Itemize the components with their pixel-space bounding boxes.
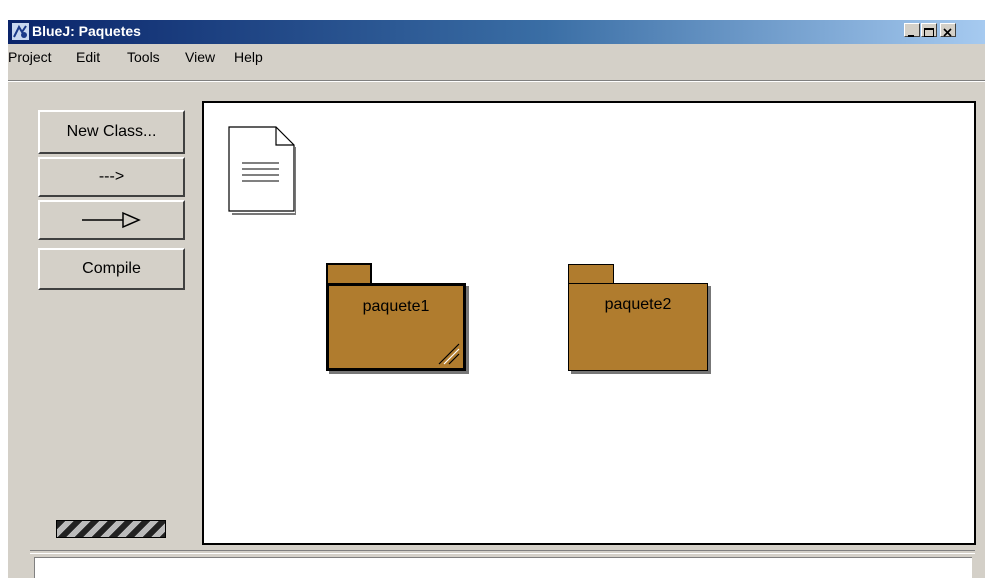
package-paquete1[interactable]: paquete1 (326, 283, 466, 371)
package-label: paquete2 (604, 296, 672, 313)
package-paquete2[interactable]: paquete2 (568, 283, 708, 371)
maximize-button[interactable] (921, 23, 937, 37)
activity-indicator (56, 520, 166, 538)
menu-edit[interactable]: Edit (76, 49, 100, 65)
class-diagram-canvas[interactable]: paquete1 paquete2 (202, 101, 976, 545)
dependency-arrow-button[interactable]: ---> (38, 157, 185, 197)
maximize-icon (924, 28, 934, 37)
menu-help[interactable]: Help (234, 49, 263, 65)
new-class-button[interactable]: New Class... (38, 110, 185, 154)
bottom-divider (30, 550, 975, 554)
resize-handle-icon[interactable] (435, 340, 461, 366)
package-label: paquete1 (362, 298, 430, 315)
bluej-window: BlueJ: Paquetes Project Edit Tools View … (8, 20, 985, 578)
close-button[interactable] (940, 23, 956, 37)
readme-note-icon[interactable] (226, 125, 296, 215)
inheritance-arrow-button[interactable] (38, 200, 185, 240)
bluej-app-icon[interactable] (12, 23, 29, 40)
minimize-button[interactable] (904, 23, 920, 37)
package-tab (326, 263, 372, 285)
menu-bar: Project Edit Tools View Help (8, 44, 985, 68)
menu-project[interactable]: Project (8, 49, 52, 65)
menu-view[interactable]: View (185, 49, 215, 65)
inheritance-arrow-icon (81, 211, 141, 229)
window-title: BlueJ: Paquetes (32, 23, 141, 39)
title-bar[interactable]: BlueJ: Paquetes (8, 20, 985, 44)
minimize-icon (908, 35, 914, 37)
menu-separator (8, 80, 985, 82)
close-icon (943, 28, 952, 37)
package-tab (568, 264, 614, 284)
message-area (34, 557, 972, 578)
compile-button[interactable]: Compile (38, 248, 185, 290)
menu-tools[interactable]: Tools (127, 49, 160, 65)
